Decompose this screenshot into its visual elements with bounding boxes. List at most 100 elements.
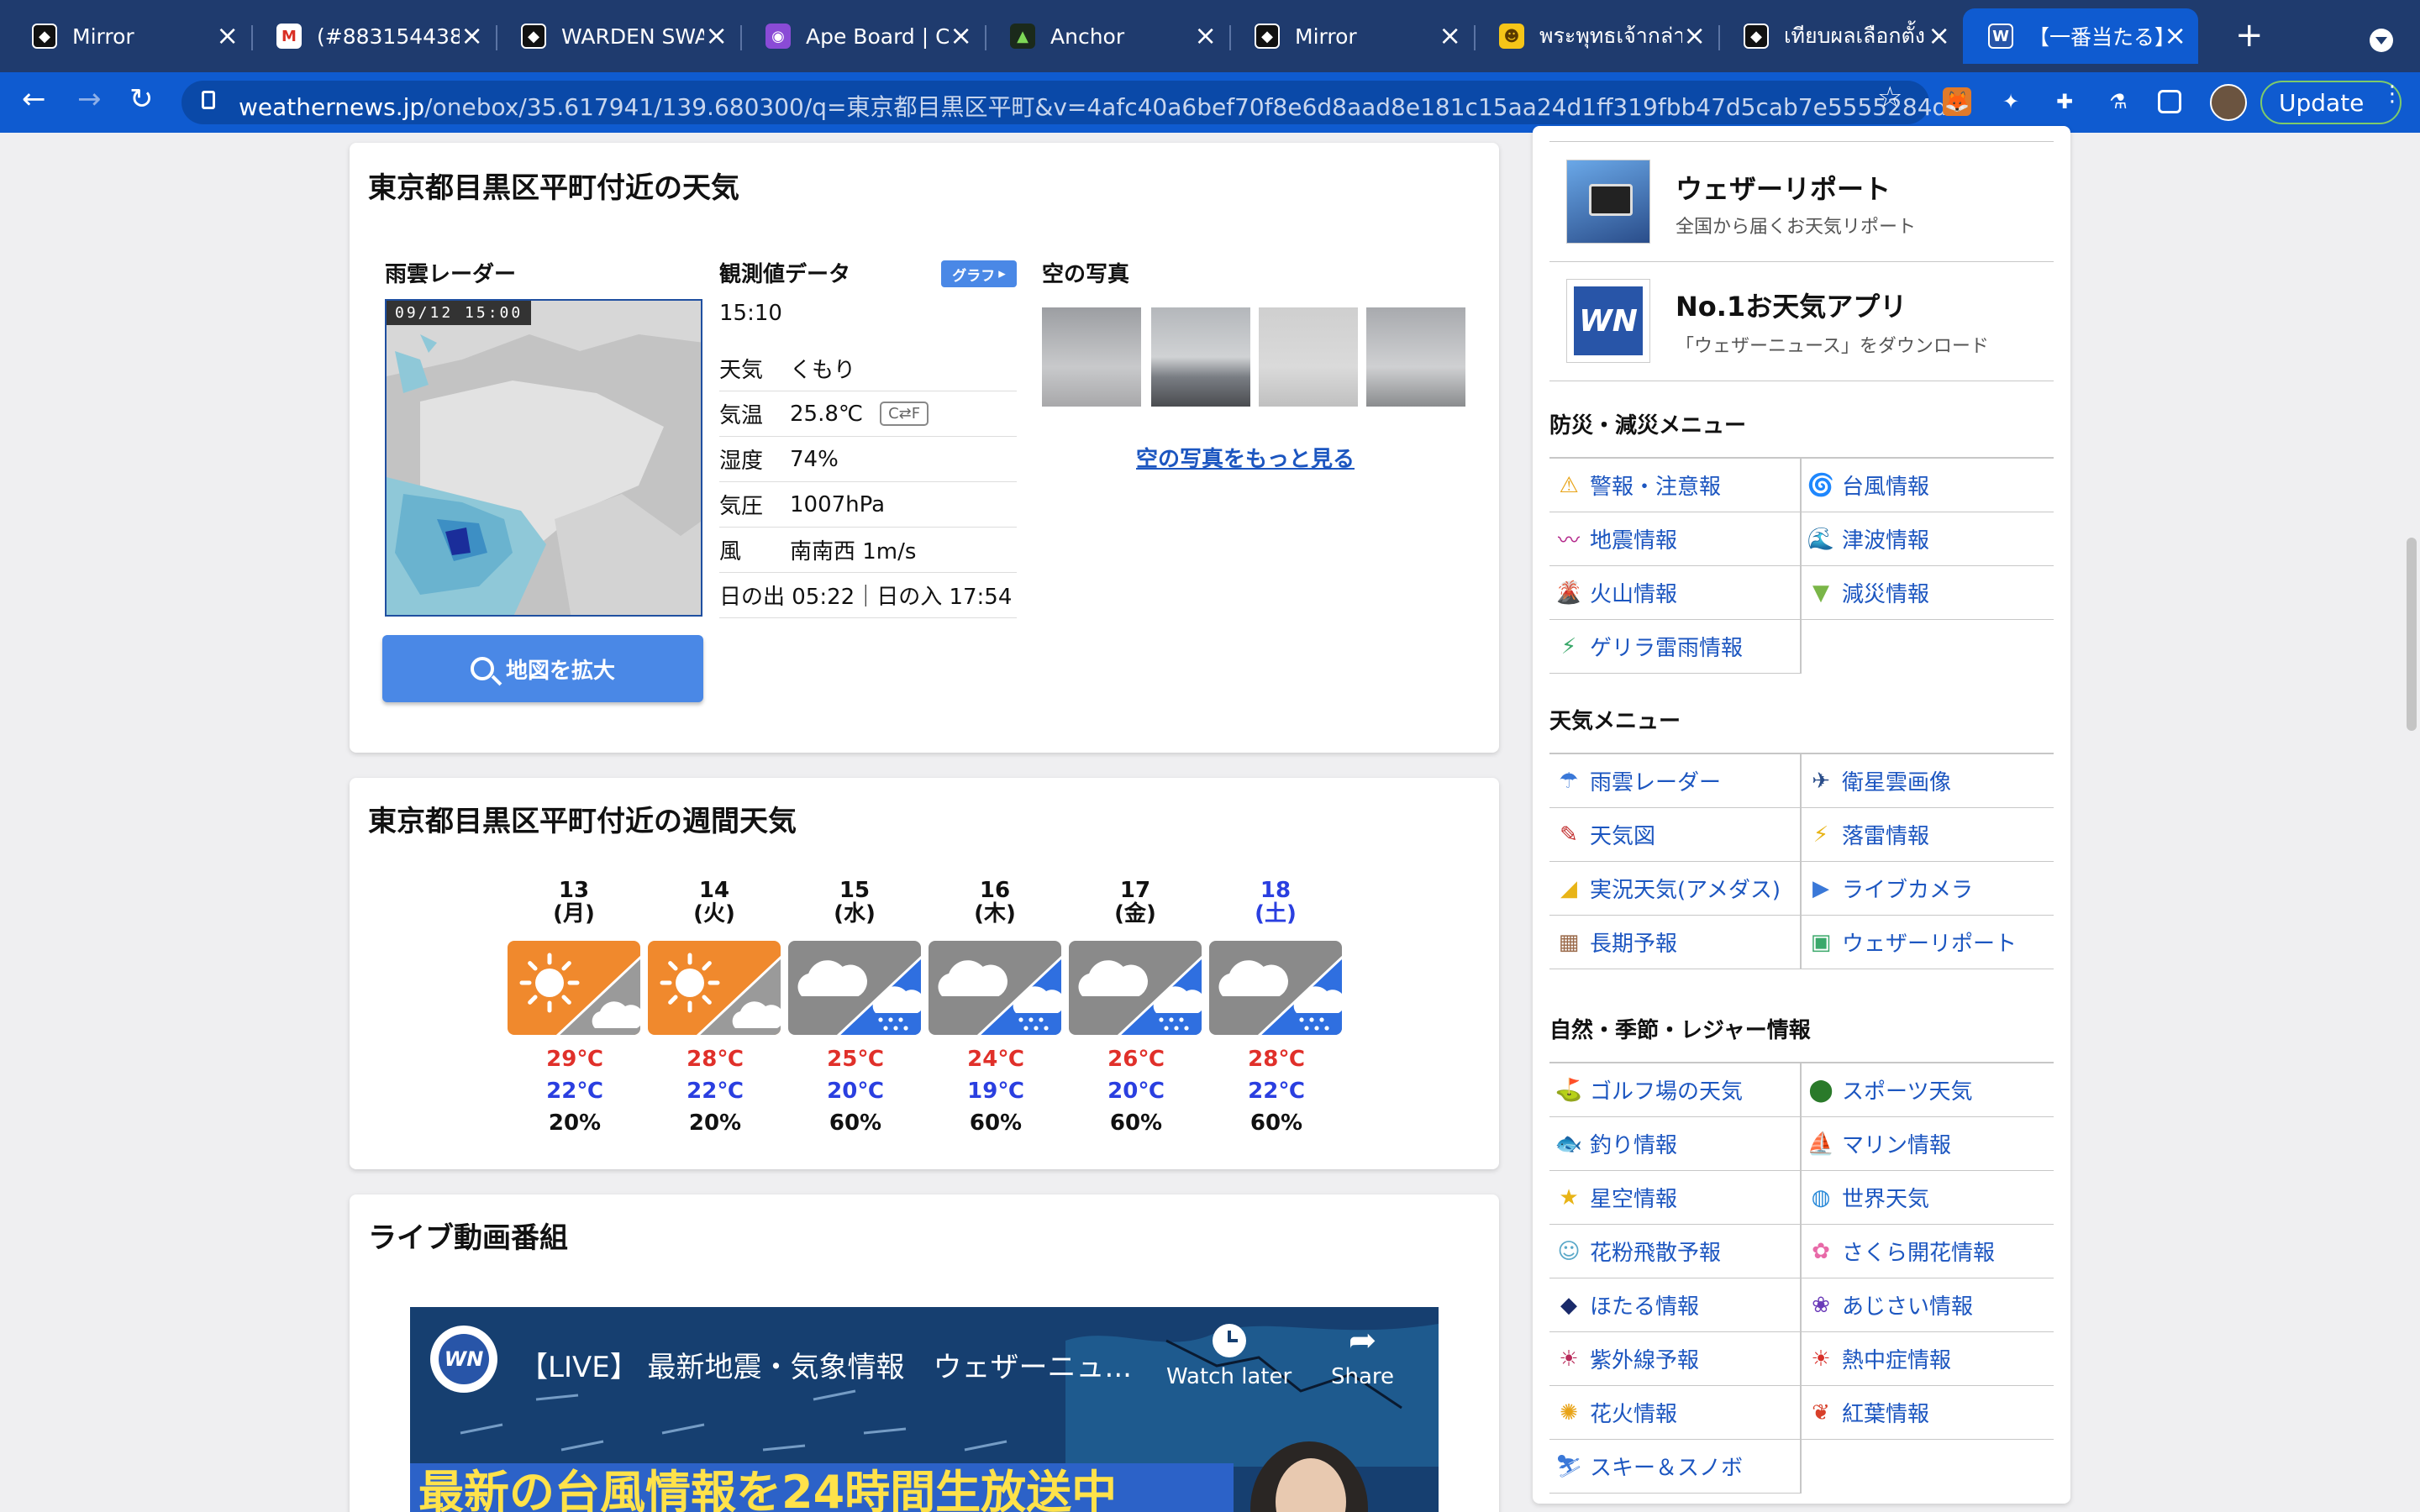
close-tab-icon[interactable]: × <box>1439 22 1461 49</box>
metamask-extension-icon[interactable]: 🦊 <box>1943 87 1971 116</box>
browser-tab[interactable]: ☻ พระพุทธเจ้ากล่าว × <box>1474 8 1718 64</box>
sidebar-menu-item[interactable]: ❦ 紅葉情報 <box>1802 1386 2054 1440</box>
sidebar-menu-label: 星空情報 <box>1590 1187 1678 1212</box>
sidebar-menu-item[interactable]: ⚡ 落雷情報 <box>1802 808 2054 862</box>
volcano-icon: 🌋 <box>1555 580 1583 606</box>
week-high-temp: 24℃ <box>967 1047 1024 1072</box>
weathernews-app-promo[interactable]: WN No.1お天気アプリ 「ウェザーニュース」をダウンロード <box>1549 262 2054 381</box>
sidebar-menu-item[interactable]: 🌋 火山情報 <box>1549 566 1800 620</box>
sidebar-menu-item[interactable]: ⚡ ゲリラ雷雨情報 <box>1549 620 1800 674</box>
sidebar-menu-item[interactable]: ✎ 天気図 <box>1549 808 1800 862</box>
browser-tab[interactable]: ◆ WARDEN SWAP× <box>496 8 739 64</box>
url-path: /onebox/35.617941/139.680300/q=東京都目黒区平町&… <box>424 93 1970 121</box>
sidebar-menu-item[interactable]: ✈ 衛星雲画像 <box>1802 754 2054 808</box>
sky-photo-heading: 空の写真 <box>1042 262 1130 287</box>
channel-logo[interactable]: WN <box>430 1326 497 1393</box>
close-tab-icon[interactable]: × <box>216 22 239 49</box>
forward-icon[interactable]: → <box>77 82 102 116</box>
sidebar-menu-item[interactable]: ▼ 減災情報 <box>1802 566 2054 620</box>
sidebar-menu-item[interactable]: ☂ 雨雲レーダー <box>1549 754 1800 808</box>
sky-photo-1[interactable] <box>1042 307 1141 407</box>
sidebar-menu-item[interactable]: ⬤ スポーツ天気 <box>1802 1063 2054 1117</box>
browser-tab[interactable]: W 【一番当たる】東× <box>1963 8 2198 64</box>
video-title[interactable]: 【LIVE】 最新地震・気象情報 ウェザーニュ... <box>519 1344 1132 1385</box>
browser-tab[interactable]: ◆ Mirror × <box>7 8 250 64</box>
close-tab-icon[interactable]: × <box>460 22 483 49</box>
sidebar-menu-item[interactable]: ✺ 花火情報 <box>1549 1386 1800 1440</box>
sidebar-menu-item[interactable]: 🐟 釣り情報 <box>1549 1117 1800 1171</box>
sidebar-menu-item[interactable]: 🌊 津波情報 <box>1802 512 2054 566</box>
sidebar-menu-item[interactable]: ☀ 紫外線予報 <box>1549 1332 1800 1386</box>
labs-flask-icon[interactable]: ⚗ <box>2104 87 2133 116</box>
sidebar-menu-item[interactable]: ☀ 熱中症情報 <box>1802 1332 2054 1386</box>
close-tab-icon[interactable]: × <box>1194 22 1217 49</box>
live-video-title: ライブ動画番組 <box>368 1221 568 1255</box>
sidebar-menu-item[interactable]: ✿ さくら開花情報 <box>1802 1225 2054 1278</box>
close-tab-icon[interactable]: × <box>2164 22 2186 49</box>
sidebar-menu-item[interactable]: 〰地震情報 <box>1549 512 1800 566</box>
watch-later-label: Watch later <box>1166 1364 1292 1389</box>
more-sky-photos-link[interactable]: 空の写真をもっと見る <box>1136 442 1355 473</box>
week-high-temp: 28℃ <box>687 1047 744 1072</box>
sidebar-menu-item[interactable]: ⛳ ゴルフ場の天気 <box>1549 1063 1800 1117</box>
sidebar-menu-item[interactable]: ▣ ウェザーリポート <box>1802 916 2054 969</box>
watch-later-button[interactable]: Watch later <box>1166 1324 1292 1389</box>
new-tab-icon[interactable]: + <box>2235 18 2264 52</box>
sidebar-menu-item[interactable]: ★ 星空情報 <box>1549 1171 1800 1225</box>
reload-icon[interactable]: ↻ <box>129 82 154 116</box>
sidebar-menu-item[interactable]: 🌀 台風情報 <box>1802 459 2054 512</box>
live-video-player[interactable]: WN 【LIVE】 最新地震・気象情報 ウェザーニュ... Watch late… <box>410 1307 1439 1512</box>
side-panel-icon[interactable] <box>2158 90 2181 113</box>
graph-button-label: グラフ <box>952 267 996 285</box>
extension-wand-icon[interactable]: ✦ <box>1996 87 2025 116</box>
week-date: 14 <box>698 878 730 903</box>
expand-map-button[interactable]: 地図を拡大 <box>382 635 703 702</box>
sakura-icon: ✿ <box>1812 1238 1830 1264</box>
page-scrollbar[interactable] <box>2407 538 2417 731</box>
cloudy-then-rain-icon <box>929 941 1061 1035</box>
sidebar-menu-item[interactable]: ⚠ 警報・注意報 <box>1549 459 1800 512</box>
sky-photo-2[interactable] <box>1151 307 1250 407</box>
bookmark-star-icon[interactable]: ☆ <box>1877 81 1902 114</box>
close-tab-icon[interactable]: × <box>950 22 972 49</box>
close-tab-icon[interactable]: × <box>1928 22 1950 49</box>
share-button[interactable]: ➦ Share <box>1331 1324 1394 1389</box>
sidebar-menu-item[interactable]: ⛵ マリン情報 <box>1802 1117 2054 1171</box>
sidebar-menu-item[interactable]: ▦ 長期予報 <box>1549 916 1800 969</box>
celsius-fahrenheit-toggle[interactable]: C⇄F <box>880 402 929 426</box>
sidebar-menu-item[interactable]: ◢ 実況天気(アメダス) <box>1549 862 1800 916</box>
browser-tab[interactable]: M (#883154438) -× <box>251 8 495 64</box>
sunny-then-cloudy-icon <box>648 941 781 1035</box>
sky-photo-3[interactable] <box>1259 307 1358 407</box>
lock-icon[interactable] <box>202 91 215 109</box>
sky-photo-4[interactable] <box>1366 307 1465 407</box>
sidebar-menu-item[interactable]: ◍ 世界天気 <box>1802 1171 2054 1225</box>
browser-tab[interactable]: ◆ Mirror × <box>1229 8 1473 64</box>
sidebar-menu-item[interactable]: ☺ 花粉飛散予報 <box>1549 1225 1800 1278</box>
rain-radar-map[interactable]: 09/12 15:00 <box>385 299 702 617</box>
browser-tab[interactable]: ▲ Anchor × <box>985 8 1228 64</box>
update-button[interactable]: Update ⋮ <box>2260 81 2403 124</box>
tab-search-icon[interactable] <box>2370 29 2393 52</box>
browser-tab[interactable]: ◆ เทียบผลเลือกตั้ง × <box>1718 8 1962 64</box>
more-menu-icon[interactable]: ⋮ <box>2381 83 2403 105</box>
sidebar-menu-item[interactable]: ▶ ライブカメラ <box>1802 862 2054 916</box>
close-tab-icon[interactable]: × <box>1683 22 1706 49</box>
sidebar-menu-label: 長期予報 <box>1590 932 1678 957</box>
browser-tab[interactable]: ◉ Ape Board | Cr × <box>740 8 984 64</box>
back-icon[interactable]: ← <box>22 82 46 116</box>
extensions-puzzle-icon[interactable]: ✚ <box>2050 87 2079 116</box>
profile-avatar[interactable] <box>2210 84 2247 121</box>
tab-title: (#883154438) - <box>317 24 460 49</box>
url-text[interactable]: weathernews.jp/onebox/35.617941/139.6803… <box>239 89 1970 123</box>
sidebar-menu-item[interactable]: ❀ あじさい情報 <box>1802 1278 2054 1332</box>
weather-report-promo[interactable]: ウェザーリポート 全国から届くお天気リポート <box>1549 143 2054 262</box>
sidebar-menu-label: ほたる情報 <box>1590 1294 1700 1320</box>
tab-title: WARDEN SWAP <box>561 24 704 49</box>
sidebar-menu-item[interactable]: ◆ ほたる情報 <box>1549 1278 1800 1332</box>
disaster-reduction-icon: ▼ <box>1812 580 1829 606</box>
close-tab-icon[interactable]: × <box>705 22 728 49</box>
sidebar-menu-label: ライブカメラ <box>1842 878 1974 903</box>
graph-button[interactable]: グラフ ▸ <box>941 260 1017 287</box>
sidebar-menu-item[interactable]: ⛷ スキー＆スノボ <box>1549 1440 1800 1494</box>
